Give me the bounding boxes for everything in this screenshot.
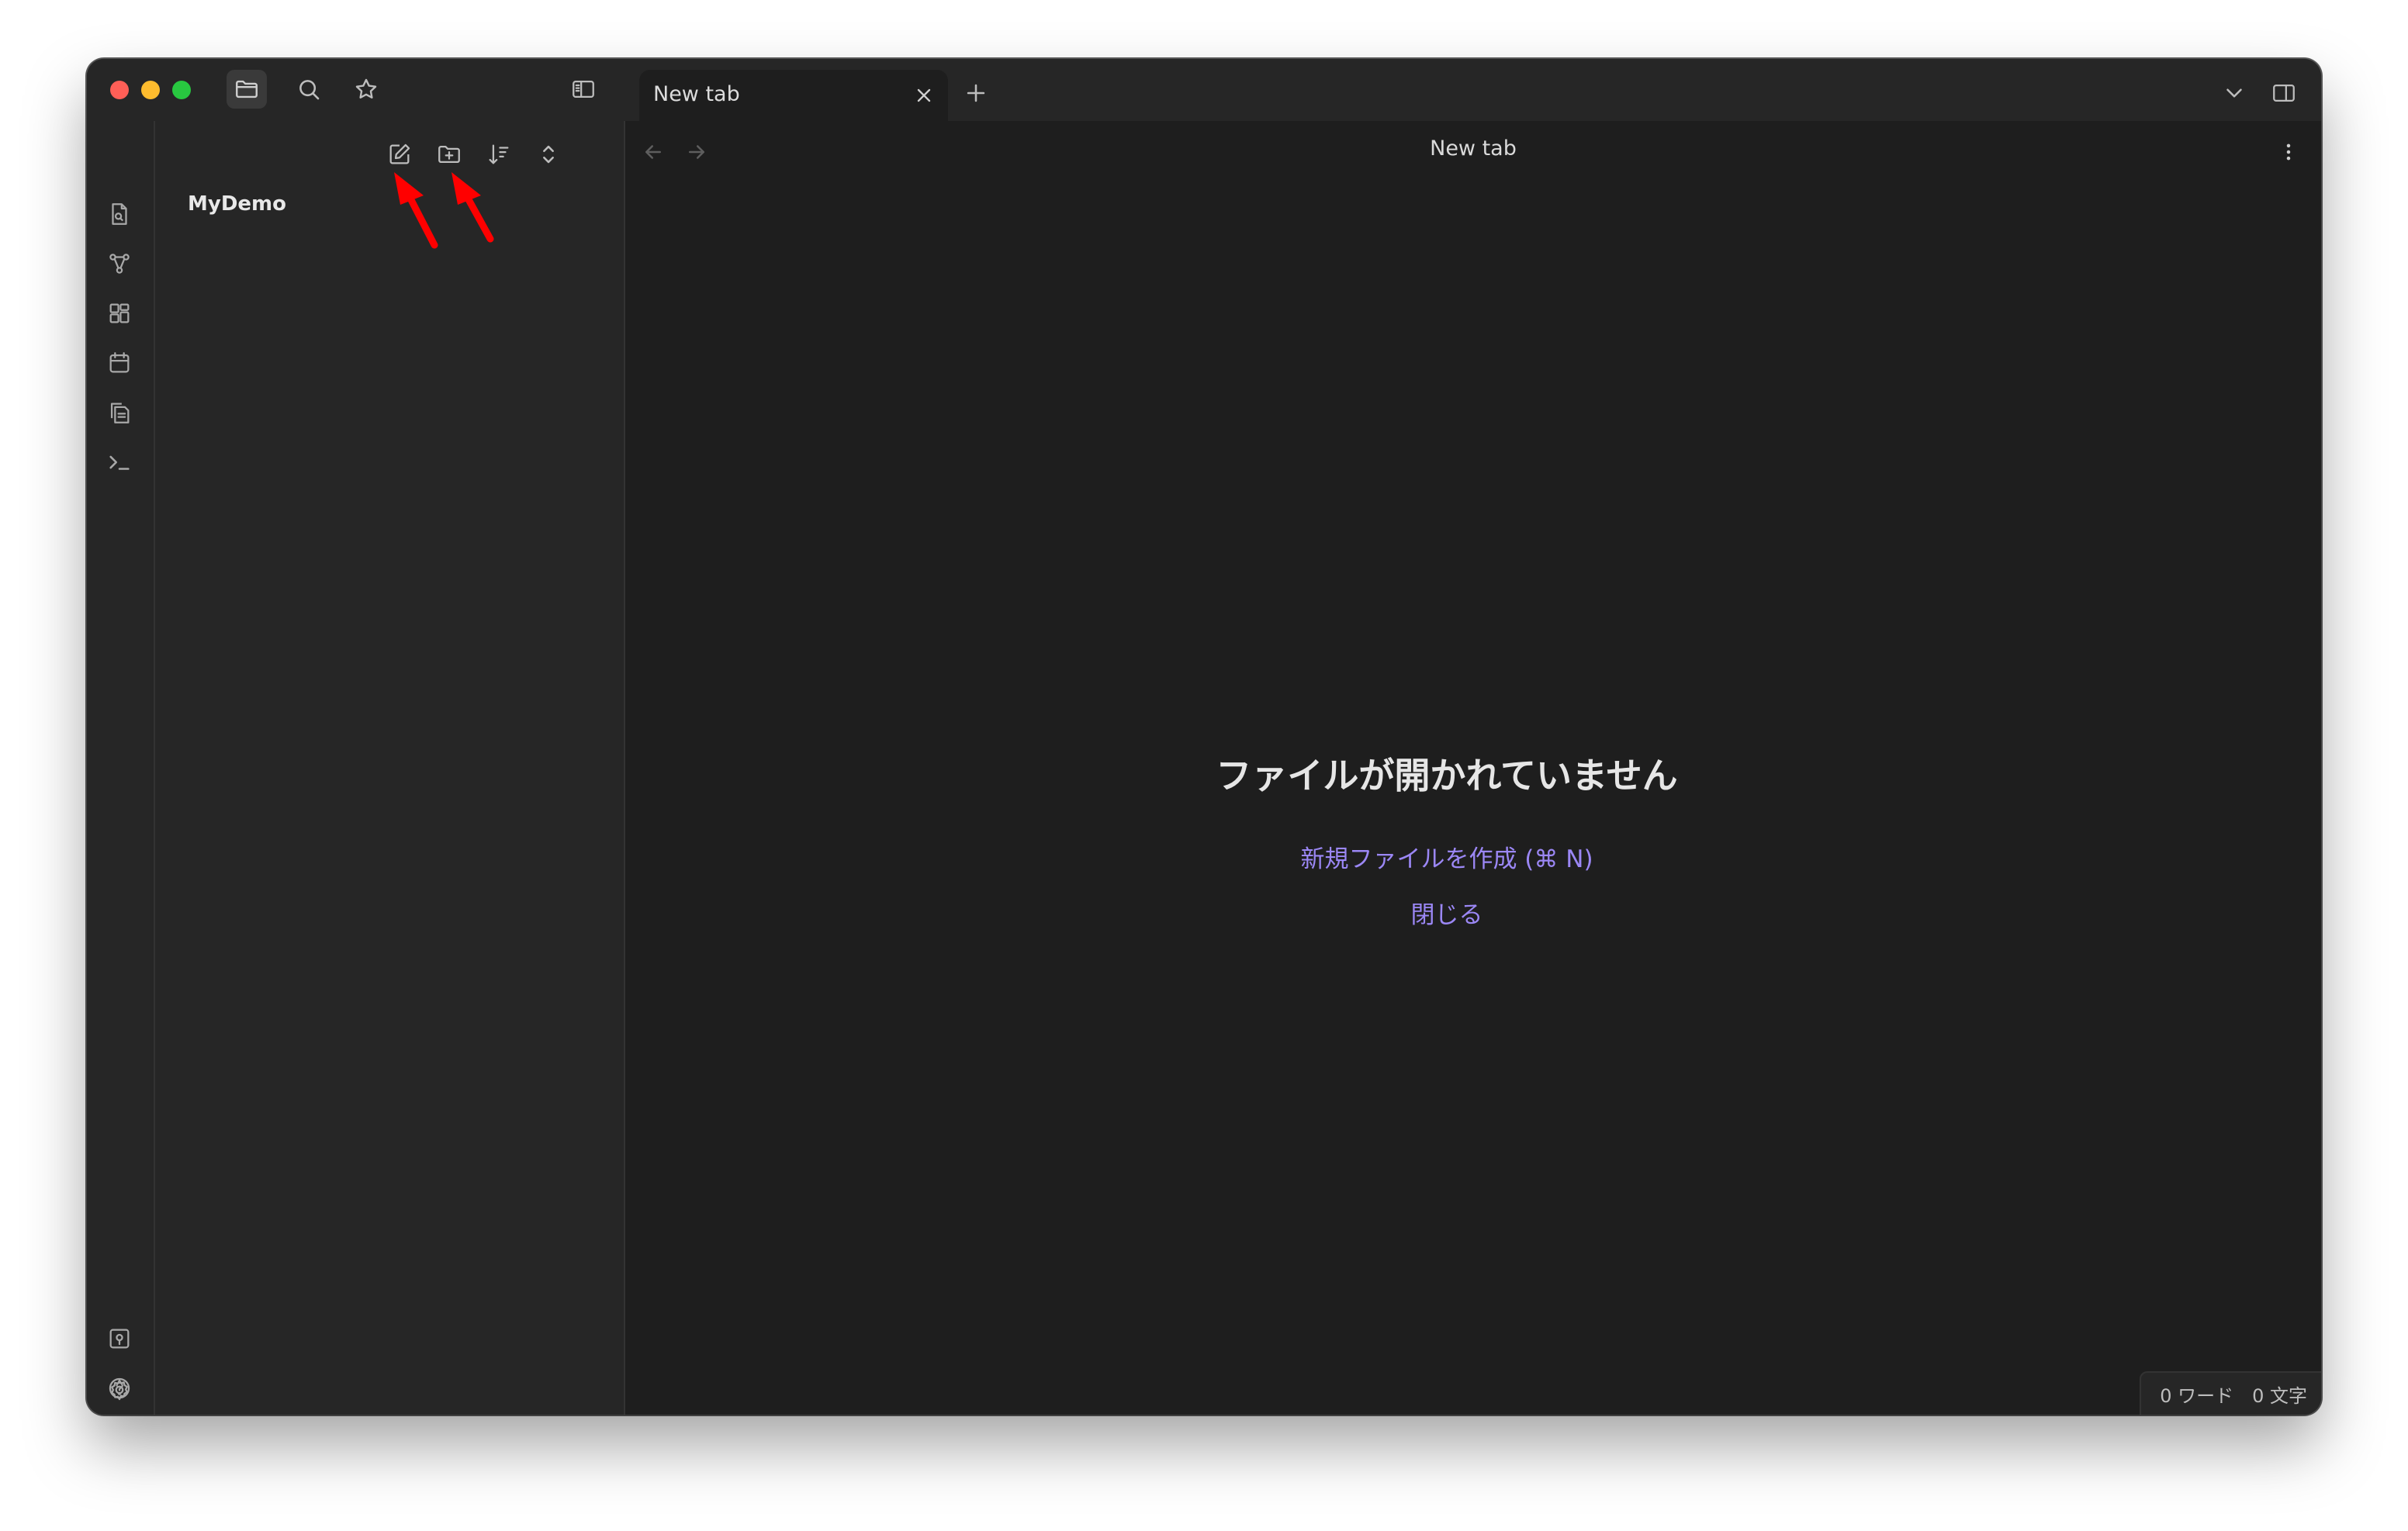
- file-explorer: MyDemo: [155, 121, 625, 1415]
- quick-switcher-icon[interactable]: [104, 199, 135, 230]
- status-bar: 0 ワード 0 文字: [2140, 1371, 2321, 1415]
- sort-icon[interactable]: [483, 138, 515, 171]
- main-pane: New tab ファイルが開かれていません 新規ファイルを作成 (⌘ N) 閉じ…: [625, 121, 2321, 1415]
- vault-name[interactable]: MyDemo: [188, 192, 286, 216]
- calendar-icon[interactable]: [104, 347, 135, 378]
- create-new-file-link[interactable]: 新規ファイルを作成 (⌘ N): [599, 839, 2295, 874]
- vault-icon[interactable]: [104, 1323, 135, 1354]
- search-icon[interactable]: [289, 70, 329, 109]
- star-icon[interactable]: [346, 70, 386, 109]
- command-palette-icon[interactable]: [104, 447, 135, 478]
- right-sidebar-icon[interactable]: [2267, 76, 2301, 110]
- plus-icon[interactable]: [959, 76, 993, 110]
- char-count: 0 文字: [2252, 1384, 2307, 1407]
- graph-view-icon[interactable]: [104, 248, 135, 279]
- close-icon[interactable]: [911, 82, 937, 109]
- annotation-arrow-icon: [452, 172, 494, 243]
- chevron-down-icon[interactable]: [2217, 76, 2251, 110]
- sidebar-toggle-icon[interactable]: [563, 70, 604, 109]
- app-window: New tab MyDemo New tab ファイルが開かれていません 新規フ…: [87, 59, 2321, 1415]
- word-count: 0 ワード: [2160, 1384, 2234, 1407]
- templates-icon[interactable]: [104, 397, 135, 428]
- annotation-arrow-icon: [394, 172, 438, 249]
- empty-state-title: ファイルが開かれていません: [1216, 755, 1678, 797]
- title-bar: New tab: [87, 59, 2321, 121]
- new-folder-icon[interactable]: [433, 138, 465, 171]
- maximize-window-button[interactable]: [172, 81, 191, 99]
- new-note-icon[interactable]: [383, 138, 416, 171]
- folder-icon[interactable]: [227, 70, 267, 109]
- tab-label: New tab: [653, 82, 740, 106]
- close-link[interactable]: 閉じる: [599, 895, 2295, 930]
- view-title: New tab: [1430, 137, 1517, 161]
- canvas-icon[interactable]: [104, 298, 135, 329]
- close-window-button[interactable]: [110, 81, 129, 99]
- collapse-icon[interactable]: [532, 138, 565, 171]
- more-options-icon[interactable]: [2273, 137, 2304, 168]
- ribbon: [87, 121, 155, 1415]
- minimize-window-button[interactable]: [141, 81, 160, 99]
- tab-new-tab[interactable]: New tab: [639, 70, 948, 121]
- settings-icon[interactable]: [104, 1374, 135, 1405]
